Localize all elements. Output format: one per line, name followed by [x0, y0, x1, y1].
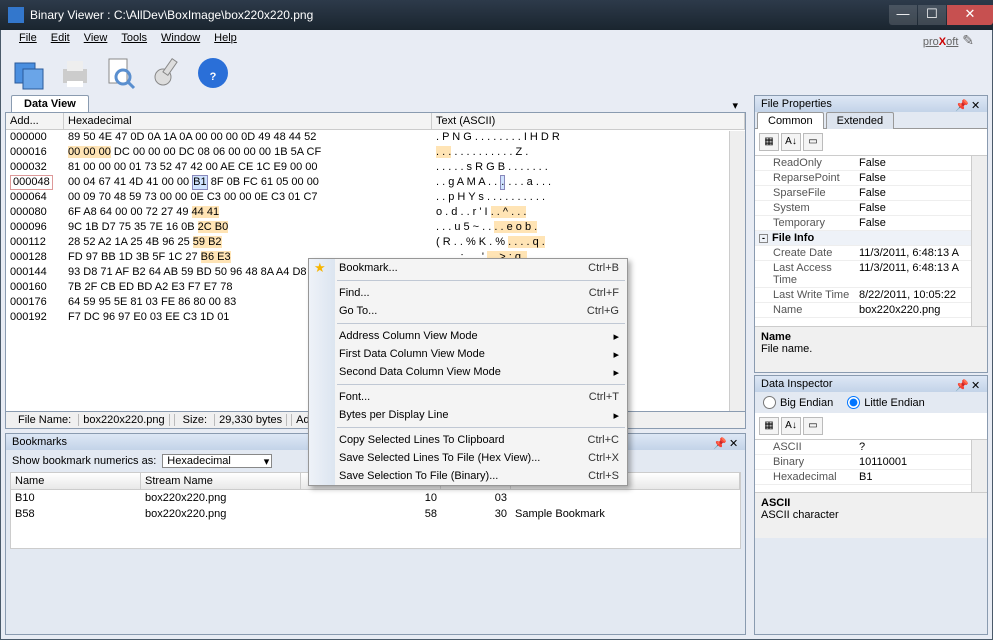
bookmark-numerics-select[interactable]: Hexadecimal [162, 454, 272, 468]
menu-item[interactable]: First Data Column View Mode▸ [309, 345, 627, 363]
svg-text:?: ? [210, 71, 217, 83]
close-button[interactable]: ✕ [947, 5, 993, 25]
tab-data-view[interactable]: Data View [11, 95, 89, 112]
sort-button[interactable]: A↓ [781, 417, 801, 435]
prop-row[interactable]: ReadOnlyFalse [755, 156, 987, 171]
menu-window[interactable]: Window [161, 32, 200, 49]
sort-button[interactable]: A↓ [781, 133, 801, 151]
hex-row[interactable]: 00001600 00 00 DC 00 00 00 DC 08 06 00 0… [6, 145, 745, 160]
menu-item[interactable]: Save Selection To File (Binary)...Ctrl+S [309, 467, 627, 485]
file-properties-grid[interactable]: ReadOnlyFalseReparsePointFalseSparseFile… [755, 156, 987, 326]
prop-row[interactable]: TemporaryFalse [755, 216, 987, 231]
close-pane-icon[interactable]: ✕ [971, 99, 981, 109]
menu-item[interactable]: Bytes per Display Line▸ [309, 406, 627, 424]
hex-row[interactable]: 00003281 00 00 00 01 73 52 47 42 00 AE C… [6, 160, 745, 175]
print-icon[interactable] [57, 55, 93, 91]
menu-separator [337, 427, 625, 428]
menu-separator [337, 323, 625, 324]
menu-separator [337, 280, 625, 281]
close-pane-icon[interactable]: ✕ [729, 437, 739, 447]
prop-scrollbar[interactable] [971, 156, 987, 326]
prop-row[interactable]: ReparsePointFalse [755, 171, 987, 186]
menu-view[interactable]: View [84, 32, 108, 49]
status-size: Size: 29,330 bytes [175, 414, 293, 426]
menu-item[interactable]: Go To...Ctrl+G [309, 302, 627, 320]
hex-scrollbar[interactable] [729, 131, 745, 411]
data-inspector-title: Data Inspector [761, 378, 955, 390]
menu-item[interactable]: Second Data Column View Mode▸ [309, 363, 627, 381]
pin-icon[interactable]: 📌 [955, 379, 965, 389]
hex-row[interactable]: 0000969C 1B D7 75 35 7E 16 0B 2C B0. . .… [6, 220, 745, 235]
menu-file[interactable]: File [19, 32, 37, 49]
menu-tools[interactable]: Tools [121, 32, 147, 49]
bookmark-row[interactable]: B58box220x220.png5830Sample Bookmark [11, 506, 740, 522]
window-titlebar: Binary Viewer : C:\AllDev\BoxImage\box22… [0, 0, 993, 30]
bookmark-numerics-label: Show bookmark numerics as: [12, 455, 156, 467]
inspector-row[interactable]: HexadecimalB1 [755, 470, 987, 485]
categorize-button[interactable]: ▦ [759, 417, 779, 435]
hex-header: Add... Hexadecimal Text (ASCII) [6, 113, 745, 130]
brand-logo: proXoft ✎ [923, 32, 974, 49]
menu-help[interactable]: Help [214, 32, 237, 49]
status-filename: File Name: box220x220.png [10, 414, 175, 426]
menu-edit[interactable]: Edit [51, 32, 70, 49]
categorize-button[interactable]: ▦ [759, 133, 779, 151]
tab-menu-arrow[interactable]: ▾ [732, 99, 738, 112]
prop-row[interactable]: SparseFileFalse [755, 186, 987, 201]
prop-description: NameFile name. [755, 326, 987, 372]
little-endian-radio[interactable]: Little Endian [847, 396, 925, 409]
inspector-row[interactable]: Binary10110001 [755, 455, 987, 470]
pin-icon[interactable]: 📌 [955, 99, 965, 109]
menu-item[interactable]: Find...Ctrl+F [309, 284, 627, 302]
toolbar: ? [1, 51, 992, 95]
context-menu[interactable]: ★Bookmark...Ctrl+B Find...Ctrl+FGo To...C… [308, 258, 628, 486]
prop-row[interactable]: SystemFalse [755, 201, 987, 216]
tab-common[interactable]: Common [757, 112, 824, 129]
menu-item[interactable]: Copy Selected Lines To ClipboardCtrl+C [309, 431, 627, 449]
pin-icon[interactable]: 📌 [713, 437, 723, 447]
prop-category[interactable]: -File Info [755, 231, 987, 246]
menu-separator [337, 384, 625, 385]
prop-extra-button[interactable]: ▭ [803, 133, 823, 151]
file-properties-title: File Properties [761, 98, 955, 110]
col-text[interactable]: Text (ASCII) [432, 113, 745, 129]
menu-item[interactable]: Save Selected Lines To File (Hex View)..… [309, 449, 627, 467]
inspector-grid[interactable]: ASCII?Binary10110001HexadecimalB1 [755, 440, 987, 492]
close-pane-icon[interactable]: ✕ [971, 379, 981, 389]
inspector-description: ASCIIASCII character [755, 492, 987, 538]
big-endian-radio[interactable]: Big Endian [763, 396, 833, 409]
minimize-button[interactable]: — [889, 5, 917, 25]
data-inspector-pane: Data Inspector 📌 ✕ Big Endian Little End… [754, 375, 988, 635]
app-icon [8, 7, 24, 23]
hex-row[interactable]: 0000806F A8 64 00 00 72 27 49 44 41o . d… [6, 205, 745, 220]
insp-scrollbar[interactable] [971, 440, 987, 492]
hex-row[interactable]: 00011228 52 A2 1A 25 4B 96 25 59 B2( R .… [6, 235, 745, 250]
window-title: Binary Viewer : C:\AllDev\BoxImage\box22… [30, 8, 888, 22]
prop-row[interactable]: Namebox220x220.png [755, 303, 987, 318]
menu-item[interactable]: ★Bookmark...Ctrl+B [309, 259, 627, 277]
menu-item[interactable]: Font...Ctrl+T [309, 388, 627, 406]
menubar: File Edit View Tools Window Help proXoft… [1, 30, 992, 51]
help-icon[interactable]: ? [195, 55, 231, 91]
prop-extra-button[interactable]: ▭ [803, 417, 823, 435]
dataview-tabs: Data View ▾ [5, 95, 746, 112]
file-properties-pane: File Properties 📌 ✕ Common Extended ▦ A↓… [754, 95, 988, 373]
open-icon[interactable] [11, 55, 47, 91]
inspector-row[interactable]: ASCII? [755, 440, 987, 455]
prop-row[interactable]: Last Access Time11/3/2011, 6:48:13 A [755, 261, 987, 288]
col-address[interactable]: Add... [6, 113, 64, 129]
settings-icon[interactable] [149, 55, 185, 91]
search-icon[interactable] [103, 55, 139, 91]
bookmark-row[interactable]: B10box220x220.png1003 [11, 490, 740, 506]
hex-row[interactable]: 00006400 09 70 48 59 73 00 00 0E C3 00 0… [6, 190, 745, 205]
hex-row[interactable]: 00000089 50 4E 47 0D 0A 1A 0A 00 00 00 0… [6, 130, 745, 145]
tab-extended[interactable]: Extended [826, 112, 894, 129]
menu-item[interactable]: Address Column View Mode▸ [309, 327, 627, 345]
col-hexadecimal[interactable]: Hexadecimal [64, 113, 432, 129]
prop-row[interactable]: Create Date11/3/2011, 6:48:13 A [755, 246, 987, 261]
prop-row[interactable]: Last Write Time8/22/2011, 10:05:22 [755, 288, 987, 303]
maximize-button[interactable]: ☐ [918, 5, 946, 25]
hex-row[interactable]: 00004800 04 67 41 4D 41 00 00 B1 8F 0B F… [6, 175, 745, 190]
